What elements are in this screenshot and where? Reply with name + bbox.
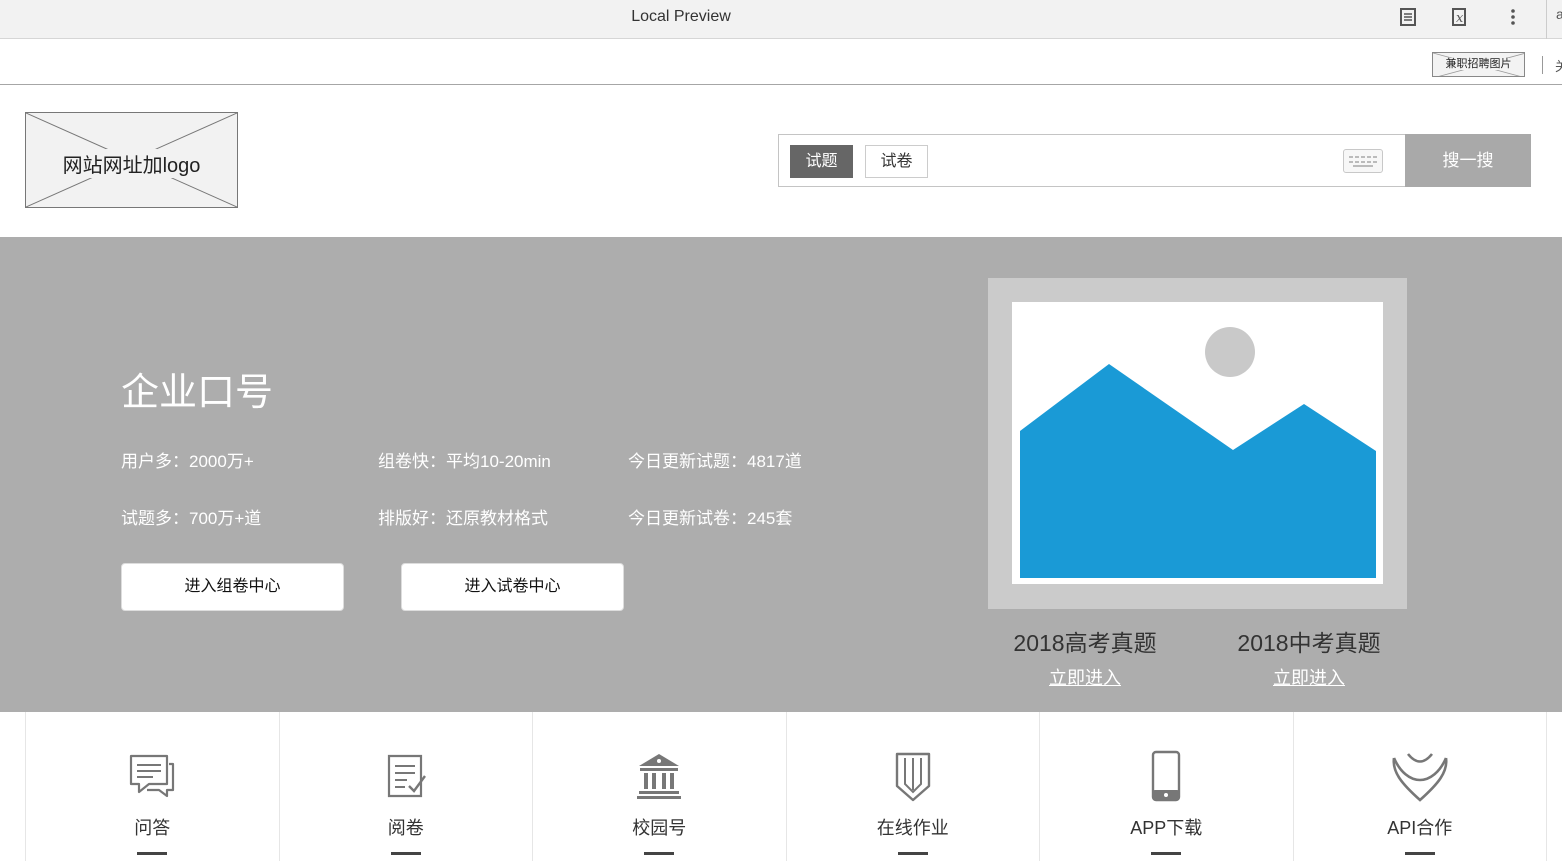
exam-link-zhongkao[interactable]: 立即进入 [1209,664,1409,690]
exam-link-gaokao[interactable]: 立即进入 [985,664,1185,690]
more-vert-icon[interactable] [1500,4,1526,30]
top-strip: 兼职招聘图片 关 [0,39,1562,85]
school-building-icon [634,750,684,804]
ribbon-icon [1388,750,1452,804]
feature-label: 问答 [134,818,171,838]
reader-icon[interactable] [1395,4,1421,30]
recruit-label: 兼职招聘图片 [1444,58,1513,70]
toolbar-divider [1546,0,1547,39]
feature-app-download[interactable]: APP下载 [1040,712,1294,861]
recruit-image-placeholder[interactable]: 兼职招聘图片 [1432,52,1525,77]
keyboard-icon[interactable] [1343,149,1383,173]
stat-questions: 试题多：700万+道 [121,509,262,528]
feature-underline [1151,852,1182,855]
clipped-toolbar-text: a [1556,6,1562,22]
feature-row: 问答 阅卷 校园号 在线作业 APP下载 API合作 [25,712,1547,861]
pencil-icon [888,750,938,804]
stat-today-questions: 今日更新试题：4817道 [628,452,802,471]
feature-underline [390,852,421,855]
hero-banner: 企业口号 用户多：2000万+ 组卷快：平均10-20min 今日更新试题：48… [0,237,1562,712]
feature-label: API合作 [1387,818,1453,838]
feature-underline [137,852,168,855]
landscape-image-icon [1020,327,1376,578]
stat-today-papers: 今日更新试卷：245套 [628,509,793,528]
enter-paper-center-button[interactable]: 进入试卷中心 [401,563,624,611]
feature-qa[interactable]: 问答 [26,712,280,861]
feature-label: APP下载 [1130,818,1203,838]
svg-text:x: x [1456,11,1464,26]
feature-underline [644,852,675,855]
logo-text: 网站网址加logo [61,149,202,178]
stat-compose-speed: 组卷快：平均10-20min [378,452,551,471]
stat-layout: 排版好：还原教材格式 [378,509,548,528]
hero-image-placeholder [988,278,1407,609]
checklist-icon [381,750,431,804]
company-slogan: 企业口号 [121,372,274,414]
phone-icon [1141,750,1191,804]
search-input[interactable] [939,145,1339,178]
stat-users: 用户多：2000万+ [121,452,254,471]
exam-title-zhongkao: 2018中考真题 [1237,630,1381,656]
chat-icon [127,750,177,804]
enter-compose-center-button[interactable]: 进入组卷中心 [121,563,344,611]
browser-titlebar: Local Preview x a [0,0,1562,39]
site-logo-placeholder[interactable]: 网站网址加logo [25,112,238,208]
feature-campus[interactable]: 校园号 [533,712,787,861]
search-bar: 试题 试卷 搜一搜 [778,134,1531,187]
feature-underline [1404,852,1435,855]
clipped-strip-text: 关 [1555,59,1562,74]
feature-grading[interactable]: 阅卷 [280,712,533,861]
exam-title-gaokao: 2018高考真题 [1013,630,1157,656]
script-icon[interactable]: x [1447,4,1473,30]
tab-papers[interactable]: 试卷 [865,145,928,178]
feature-api-cooperation[interactable]: API合作 [1294,712,1547,861]
window-title: Local Preview [631,8,731,25]
feature-label: 校园号 [632,818,687,838]
search-button[interactable]: 搜一搜 [1405,134,1531,187]
strip-divider [1542,56,1543,74]
feature-homework[interactable]: 在线作业 [787,712,1040,861]
feature-label: 在线作业 [876,818,949,838]
feature-label: 阅卷 [387,818,424,838]
tab-questions[interactable]: 试题 [790,145,853,178]
feature-underline [897,852,928,855]
